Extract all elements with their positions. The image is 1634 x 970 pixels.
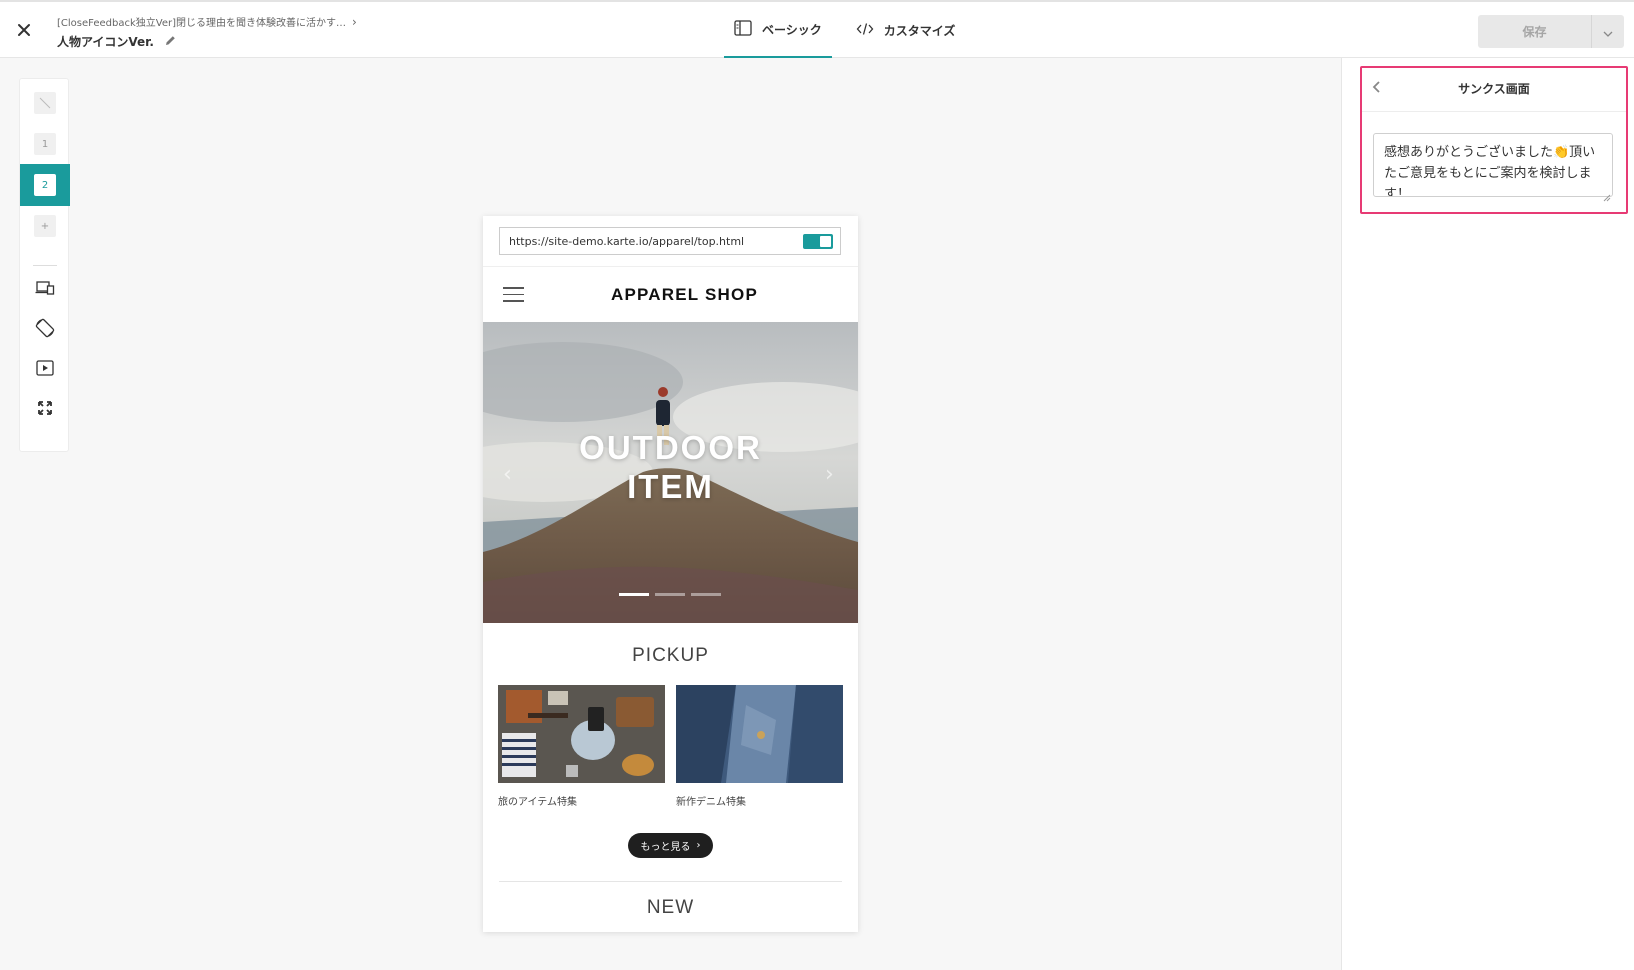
highlight-frame	[1360, 66, 1628, 214]
hero-line-2: ITEM	[627, 468, 714, 505]
tab-customize-label: カスタマイズ	[883, 23, 956, 38]
add-step-icon: +	[34, 215, 56, 237]
tab-basic[interactable]: ベーシック	[724, 2, 832, 58]
url-toggle[interactable]	[803, 234, 833, 249]
carousel-next-icon[interactable]: ›	[825, 462, 834, 487]
save-button-group: 保存	[1478, 15, 1624, 48]
step-2[interactable]: 2	[20, 164, 70, 206]
shop-title[interactable]: APPAREL SHOP	[483, 285, 858, 305]
toolbar-divider	[33, 265, 57, 266]
no-step-icon	[34, 92, 56, 114]
chevron-down-icon	[1603, 22, 1613, 41]
save-button[interactable]: 保存	[1478, 15, 1592, 48]
step-2-label: 2	[34, 174, 56, 196]
new-heading: NEW	[646, 897, 695, 918]
page-title-label: 人物アイコンVer.	[57, 35, 154, 49]
tab-customize[interactable]: カスタマイズ	[846, 2, 966, 58]
travel-items-image	[498, 685, 665, 783]
code-icon	[856, 22, 874, 39]
chevron-right-icon: ›	[352, 15, 357, 29]
carousel-prev-icon[interactable]: ‹	[503, 462, 512, 487]
pickup-heading: PICKUP	[632, 645, 709, 666]
mode-tabs: ベーシック カスタマイズ	[724, 2, 965, 58]
see-more-button[interactable]: もっと見る ›	[628, 833, 713, 858]
rotate-button[interactable]	[20, 309, 70, 351]
page-title: 人物アイコンVer.	[57, 33, 177, 50]
fullscreen-button[interactable]	[20, 389, 70, 431]
hero-banner[interactable]: OUTDOOR ITEM ‹ ›	[483, 322, 858, 623]
step-1-label: 1	[34, 133, 56, 155]
chevron-right-icon: ›	[696, 840, 701, 851]
play-preview-icon	[36, 360, 54, 380]
add-step-button[interactable]: +	[20, 205, 70, 247]
card-caption: 旅のアイテム特集	[498, 797, 577, 808]
shop-header: APPAREL SHOP	[483, 266, 858, 322]
carousel-dots	[619, 593, 721, 596]
close-icon[interactable]	[14, 20, 34, 40]
denim-image	[676, 685, 843, 783]
carousel-dot[interactable]	[691, 593, 721, 596]
section-divider	[499, 881, 842, 882]
card-caption: 新作デニム特集	[676, 797, 746, 808]
breadcrumb[interactable]: [CloseFeedback独立Ver]閉じる理由を聞き体験改善に活かす… ›	[57, 14, 357, 29]
step-toolbar: 1 2 +	[19, 78, 70, 452]
pickup-card-travel[interactable]: 旅のアイテム特集	[498, 685, 665, 808]
carousel-dot[interactable]	[619, 593, 649, 596]
breadcrumb-label[interactable]: [CloseFeedback独立Ver]閉じる理由を聞き体験改善に活かす…	[57, 18, 346, 29]
hero-headline: OUTDOOR ITEM	[483, 428, 858, 506]
top-bar: [CloseFeedback独立Ver]閉じる理由を聞き体験改善に活かす… › 人…	[0, 0, 1634, 58]
pickup-card-denim[interactable]: 新作デニム特集	[676, 685, 843, 808]
carousel-dot[interactable]	[655, 593, 685, 596]
url-bar[interactable]: https://site-demo.karte.io/apparel/top.h…	[499, 227, 841, 255]
save-options-button[interactable]	[1592, 15, 1624, 48]
pencil-icon[interactable]	[164, 34, 177, 50]
rotate-icon	[35, 318, 55, 342]
fullscreen-icon	[37, 400, 53, 420]
see-more-label: もっと見る	[640, 842, 691, 853]
device-toggle-icon	[35, 280, 55, 300]
tab-basic-label: ベーシック	[762, 22, 822, 37]
step-1[interactable]: 1	[20, 123, 70, 165]
device-toggle-button[interactable]	[20, 269, 70, 311]
hero-line-1: OUTDOOR	[579, 429, 762, 466]
step-none[interactable]	[20, 82, 70, 124]
panel-layout-icon	[734, 19, 752, 39]
site-preview: https://site-demo.karte.io/apparel/top.h…	[483, 216, 858, 932]
url-text: https://site-demo.karte.io/apparel/top.h…	[509, 234, 745, 248]
play-preview-button[interactable]	[20, 349, 70, 391]
